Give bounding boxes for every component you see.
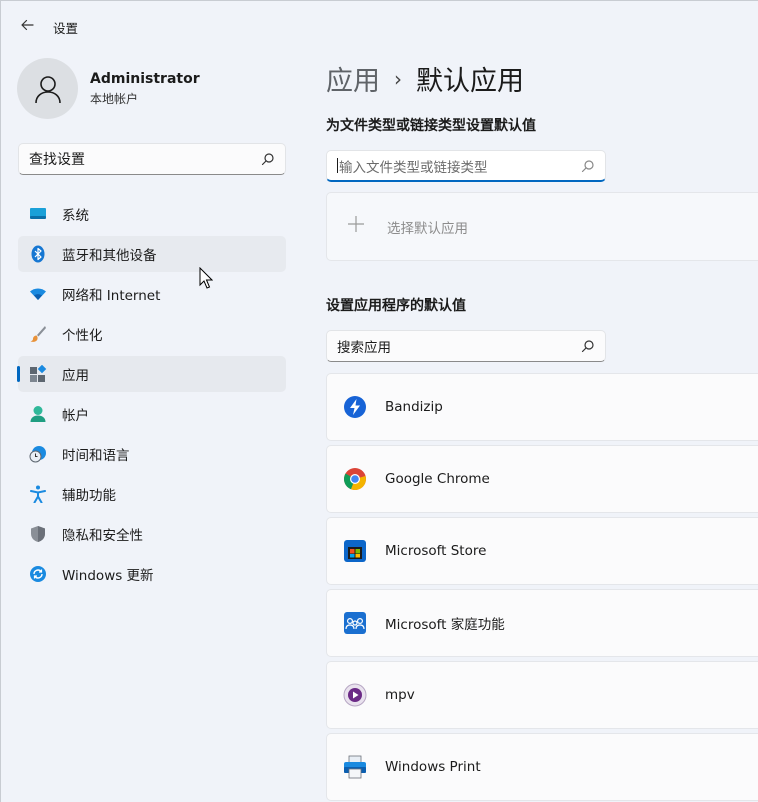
profile-account-type: 本地帐户 <box>90 91 139 106</box>
profile-name: Administrator <box>90 70 200 87</box>
app-name: Microsoft Store <box>385 543 487 559</box>
plus-icon <box>345 214 367 239</box>
sidebar-item-label: 网络和 Internet <box>62 288 161 304</box>
mpv-icon <box>343 683 367 707</box>
sidebar-item-bluetooth[interactable]: 蓝牙和其他设备 <box>18 236 286 272</box>
sidebar-item-accounts[interactable]: 帐户 <box>18 396 286 432</box>
settings-search-input[interactable]: 查找设置 <box>18 143 286 175</box>
back-button[interactable] <box>13 11 41 39</box>
breadcrumb-parent[interactable]: 应用 <box>326 59 380 98</box>
app-name: Microsoft 家庭功能 <box>385 617 505 633</box>
sidebar-item-label: 系统 <box>62 208 89 224</box>
mouse-pointer-icon <box>199 267 213 289</box>
back-arrow-icon <box>21 19 34 31</box>
app-item-windows-print[interactable]: Windows Print <box>326 733 758 801</box>
app-name: Google Chrome <box>385 471 490 487</box>
file-type-search-input[interactable]: 输入文件类型或链接类型 <box>326 150 606 182</box>
title-bar: 设置 <box>1 1 758 49</box>
breadcrumb: 应用 › 默认应用 <box>326 59 524 98</box>
app-item-mpv[interactable]: mpv <box>326 661 758 729</box>
chrome-icon <box>343 467 367 491</box>
sidebar-item-label: Windows 更新 <box>62 568 154 584</box>
text-caret <box>337 158 338 173</box>
breadcrumb-separator: › <box>394 66 402 91</box>
sidebar-item-label: 辅助功能 <box>62 488 116 504</box>
search-icon <box>261 153 274 166</box>
app-name: Bandizip <box>385 399 443 415</box>
avatar <box>17 58 78 119</box>
sidebar-nav: 系统 蓝牙和其他设备 网络和 Internet 个性化 应用 帐户 时间和语言 … <box>17 196 286 596</box>
search-icon <box>581 159 594 172</box>
wifi-icon <box>29 285 47 303</box>
sidebar-item-label: 个性化 <box>62 328 103 344</box>
file-type-section-title: 为文件类型或链接类型设置默认值 <box>326 118 536 134</box>
active-indicator <box>17 366 20 382</box>
sidebar-item-personalization[interactable]: 个性化 <box>18 316 286 352</box>
sidebar-item-label: 时间和语言 <box>62 448 130 464</box>
file-type-search-placeholder: 输入文件类型或链接类型 <box>339 159 488 176</box>
sidebar-item-label: 应用 <box>62 368 89 384</box>
user-profile[interactable]: Administrator 本地帐户 <box>17 58 200 119</box>
sidebar-item-time-language[interactable]: 时间和语言 <box>18 436 286 472</box>
microsoft-family-icon <box>343 611 367 635</box>
page-title: 默认应用 <box>416 66 524 97</box>
accessibility-icon <box>29 485 47 503</box>
sidebar-item-accessibility[interactable]: 辅助功能 <box>18 476 286 512</box>
app-search-input[interactable]: 搜索应用 <box>326 330 606 362</box>
shield-icon <box>29 525 47 543</box>
windows-print-icon <box>343 755 367 779</box>
sidebar-item-label: 隐私和安全性 <box>62 528 143 544</box>
user-avatar-icon <box>34 75 61 103</box>
sidebar-item-windows-update[interactable]: Windows 更新 <box>18 556 286 592</box>
app-item-microsoft-store[interactable]: Microsoft Store <box>326 517 758 585</box>
app-name: Windows Print <box>385 759 481 775</box>
sidebar-item-system[interactable]: 系统 <box>18 196 286 232</box>
app-item-google-chrome[interactable]: Google Chrome <box>326 445 758 513</box>
app-search-placeholder: 搜索应用 <box>337 340 391 356</box>
search-icon <box>581 340 594 353</box>
account-icon <box>29 405 47 423</box>
sidebar-item-apps[interactable]: 应用 <box>17 356 286 392</box>
sidebar-item-label: 帐户 <box>62 408 89 424</box>
apps-section-title: 设置应用程序的默认值 <box>326 298 466 314</box>
app-item-bandizip[interactable]: Bandizip <box>326 373 758 441</box>
sidebar-item-label: 蓝牙和其他设备 <box>62 248 157 264</box>
bandizip-icon <box>343 395 367 419</box>
system-display-icon <box>29 205 47 223</box>
sidebar-item-network[interactable]: 网络和 Internet <box>18 276 286 312</box>
microsoft-store-icon <box>343 539 367 563</box>
settings-window: 设置 Administrator 本地帐户 查找设置 系统 蓝牙和其他设备 网络… <box>0 0 758 802</box>
time-language-icon <box>29 445 47 463</box>
bluetooth-icon <box>29 245 47 263</box>
apps-icon <box>29 365 47 383</box>
paintbrush-icon <box>29 325 47 343</box>
sidebar-item-privacy[interactable]: 隐私和安全性 <box>18 516 286 552</box>
app-item-microsoft-family[interactable]: Microsoft 家庭功能 <box>326 589 758 657</box>
choose-default-app-label: 选择默认应用 <box>387 220 468 237</box>
choose-default-app-button[interactable]: 选择默认应用 <box>326 192 758 261</box>
app-title: 设置 <box>53 21 79 36</box>
app-name: mpv <box>385 687 415 703</box>
windows-update-icon <box>29 565 47 583</box>
settings-search-placeholder: 查找设置 <box>29 152 85 168</box>
